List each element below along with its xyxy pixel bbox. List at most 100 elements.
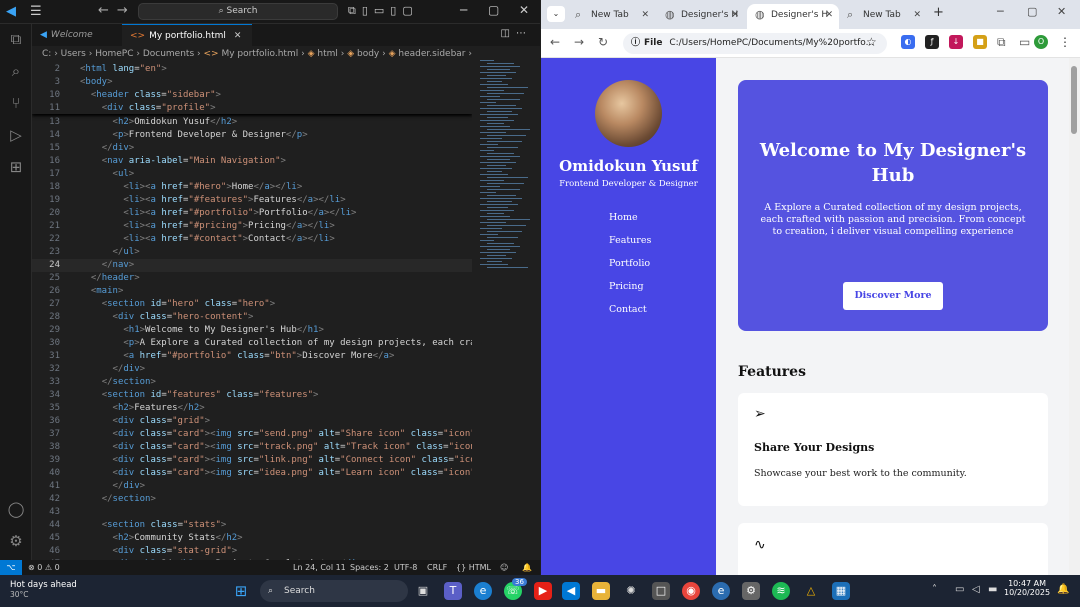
code-line[interactable]: 38 <div class="card"><img src="track.png… (32, 441, 472, 454)
edge-icon[interactable]: e (474, 582, 492, 600)
photos-icon[interactable]: ▦ (832, 582, 850, 600)
cursor-position[interactable]: Ln 24, Col 11 (293, 560, 346, 575)
layout-controls-icons[interactable]: ⧉▯▭▯▢ (348, 4, 419, 18)
spotify-icon[interactable]: ≋ (772, 582, 790, 600)
menu-icon[interactable]: ☰ (30, 4, 42, 19)
breadcrumb-item[interactable]: header.sidebar (398, 49, 465, 59)
code-line[interactable]: 46 <div class="stat-grid"> (32, 545, 472, 558)
history-nav-icons[interactable]: ←→ (98, 3, 136, 18)
minimap[interactable] (476, 46, 532, 560)
youtube-icon[interactable]: ▶ (534, 582, 552, 600)
extensions-puzzle-icon[interactable]: ⧉ (997, 35, 1006, 50)
code-line[interactable]: 14 <p>Frontend Developer & Designer</p> (32, 129, 472, 142)
chatgpt-icon[interactable]: ✺ (622, 582, 640, 600)
address-bar[interactable]: ⓘ File C:/Users/HomePC/Documents/My%20por… (623, 33, 887, 54)
settings-icon[interactable]: ⚙ (742, 582, 760, 600)
code-line[interactable]: 3 <body> (32, 76, 472, 89)
drive-icon[interactable]: △ (802, 582, 820, 600)
notifications-bell-icon[interactable]: 🔔 (522, 560, 532, 575)
code-line[interactable]: 30 <p>A Explore a Curated collection of … (32, 337, 472, 350)
code-line[interactable]: 26 <main> (32, 285, 472, 298)
profile-avatar[interactable]: O (1034, 35, 1048, 49)
tab-close-icon[interactable]: ✕ (731, 4, 739, 26)
code-line[interactable]: 16 <nav aria-label="Main Navigation"> (32, 155, 472, 168)
new-tab-plus-icon[interactable]: + (933, 5, 944, 20)
editor-scrollbar[interactable] (532, 46, 540, 560)
nav-link-pricing[interactable]: Pricing (609, 281, 644, 292)
remote-indicator[interactable]: ⌥ (0, 560, 22, 575)
code-line[interactable]: 22 <li><a href="#contact">Contact</a></l… (32, 233, 472, 246)
teams-icon[interactable]: T (444, 582, 462, 600)
browser-tab-designer-active[interactable]: ◍ Designer's H ✕ (747, 4, 839, 29)
code-line[interactable]: 39 <div class="card"><img src="link.png"… (32, 454, 472, 467)
breadcrumb-item[interactable]: C: (42, 49, 51, 59)
network-icon[interactable]: ▭ (955, 584, 964, 595)
code-line[interactable]: 37 <div class="card"><img src="send.png"… (32, 428, 472, 441)
chrome-icon[interactable]: ◉ (682, 582, 700, 600)
page-scrollbar[interactable] (1069, 58, 1080, 575)
code-line[interactable]: 24 </nav> (32, 259, 472, 272)
code-line[interactable]: 28 <div class="hero-content"> (32, 311, 472, 324)
bookmark-star-icon[interactable]: ☆ (866, 35, 877, 49)
app-icon[interactable]: □ (652, 582, 670, 600)
edge-dev-icon[interactable]: e (712, 582, 730, 600)
tab-close-icon[interactable]: ✕ (234, 31, 242, 41)
nav-link-portfolio[interactable]: Portfolio (609, 258, 650, 269)
nav-link-contact[interactable]: Contact (609, 304, 647, 315)
page-scrollbar-thumb[interactable] (1071, 66, 1077, 134)
back-arrow-icon[interactable]: ← (550, 35, 560, 49)
breadcrumb-item[interactable]: My portfolio.html (221, 49, 298, 59)
extensions-icon[interactable]: ⊞ (7, 158, 25, 176)
browser-tab-newtab-1[interactable]: ⌕ New Tab ✕ (567, 4, 655, 29)
code-line[interactable]: 11 <div class="profile"> (32, 102, 472, 115)
browser-tab-newtab-2[interactable]: ⌕ New Tab ✕ (839, 4, 927, 29)
minimize-icon[interactable]: ─ (997, 5, 1004, 18)
nav-link-features[interactable]: Features (609, 235, 651, 246)
copilot-icon[interactable]: ☺ (500, 560, 508, 575)
run-debug-icon[interactable]: ▷ (7, 126, 25, 144)
discover-more-button[interactable]: Discover More (843, 282, 943, 310)
code-line[interactable]: 44 <section class="stats"> (32, 519, 472, 532)
tab-close-icon[interactable]: ✕ (825, 4, 833, 26)
tab-close-icon[interactable]: ✕ (641, 4, 649, 26)
code-line[interactable]: 17 <ul> (32, 168, 472, 181)
tab-close-icon[interactable]: ✕ (913, 4, 921, 26)
command-search-input[interactable]: ⌕ Search (138, 3, 338, 20)
search-icon[interactable]: ⌕ (7, 62, 25, 80)
code-line[interactable]: 41 </div> (32, 480, 472, 493)
source-control-icon[interactable]: ⑂ (7, 94, 25, 112)
code-line[interactable]: 36 <div class="grid"> (32, 415, 472, 428)
sidepanel-icon[interactable]: ▭ (1019, 35, 1030, 49)
task-view-icon[interactable]: ▣ (414, 582, 432, 600)
code-line[interactable]: 2 <html lang="en"> (32, 63, 472, 76)
split-more-icons[interactable]: ◫⋯ (501, 28, 532, 39)
code-line[interactable]: 34 <section id="features" class="feature… (32, 389, 472, 402)
tray-chevron-icon[interactable]: ˄ (932, 584, 937, 595)
start-windows-icon[interactable]: ⊞ (232, 582, 250, 600)
indentation[interactable]: Spaces: 2 (350, 560, 389, 575)
account-icon[interactable]: ◯ (7, 500, 25, 518)
taskbar-search[interactable]: ⌕ Search (260, 580, 408, 602)
code-line[interactable]: 15 </div> (32, 142, 472, 155)
code-line[interactable]: 45 <h2>Community Stats</h2> (32, 532, 472, 545)
file-explorer-icon[interactable]: ▬ (592, 582, 610, 600)
encoding[interactable]: UTF-8 (394, 560, 417, 575)
code-line[interactable]: 20 <li><a href="#portfolio">Portfolio</a… (32, 207, 472, 220)
notifications-bell-icon[interactable]: 🔔 (1057, 584, 1069, 595)
code-line[interactable]: 19 <li><a href="#features">Features</a><… (32, 194, 472, 207)
breadcrumb-item[interactable]: body (357, 49, 379, 59)
code-line[interactable]: 29 <h1>Welcome to My Designer's Hub</h1> (32, 324, 472, 337)
battery-icon[interactable]: ▬ (988, 584, 997, 595)
code-line[interactable]: 21 <li><a href="#pricing">Pricing</a></l… (32, 220, 472, 233)
system-clock[interactable]: 10:47 AM 10/20/2025 (1004, 579, 1050, 597)
weather-widget[interactable]: Hot days ahead 30°C (10, 580, 77, 599)
code-line[interactable]: 13 <h2>Omidokun Yusuf</h2> (32, 116, 472, 129)
forward-arrow-icon[interactable]: → (574, 35, 584, 49)
line-ending[interactable]: CRLF (427, 560, 447, 575)
browser-menu-icon[interactable]: ⋮ (1059, 35, 1071, 49)
vscode-taskbar-icon[interactable]: ◀ (562, 582, 580, 600)
browser-tab-designer-1[interactable]: ◍ Designer's H ✕ (657, 4, 745, 29)
code-editor[interactable]: 2 <html lang="en"> 3 <body> 10 <header class… (32, 63, 472, 560)
minimize-icon[interactable]: ─ (460, 3, 467, 17)
breadcrumb-item[interactable]: html (317, 49, 338, 59)
